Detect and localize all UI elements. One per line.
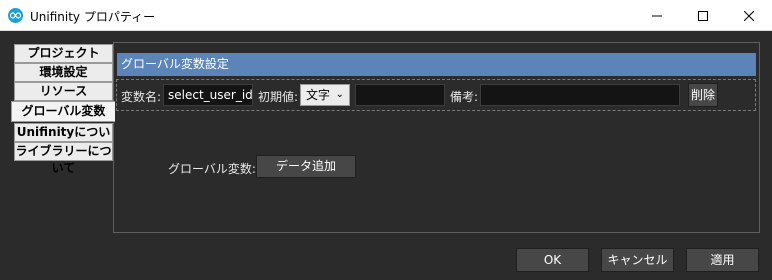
variable-row: 変数名: select_user_id 初期値: 文字 ⌄ 備考: 削除 xyxy=(116,79,756,111)
tab-environment[interactable]: 環境設定 xyxy=(14,63,113,82)
type-select[interactable]: 文字 ⌄ xyxy=(300,84,350,106)
minimize-button[interactable] xyxy=(634,0,680,31)
tab-about-libraries[interactable]: ライブラリーについて xyxy=(14,142,113,175)
minimize-icon xyxy=(652,15,662,16)
tab-about-unifinity[interactable]: Unifinityについて xyxy=(14,123,113,156)
window-body: プロジェクト 環境設定 リソース グローバル変数 Unifinityについて ラ… xyxy=(0,31,772,280)
close-button[interactable] xyxy=(726,0,772,31)
note-input[interactable] xyxy=(480,84,680,106)
delete-button[interactable]: 削除 xyxy=(688,83,718,107)
tab-resources[interactable]: リソース xyxy=(14,82,113,101)
type-select-value: 文字 xyxy=(306,88,331,102)
chevron-down-icon: ⌄ xyxy=(335,89,344,100)
unifinity-logo-icon xyxy=(8,8,23,23)
variable-name-label: 変数名: xyxy=(121,90,162,104)
tab-global-variables[interactable]: グローバル変数 xyxy=(11,101,115,122)
maximize-icon xyxy=(698,10,708,21)
initial-value-label: 初期値: xyxy=(258,90,299,104)
apply-button[interactable]: 適用 xyxy=(686,248,759,272)
global-variable-label: グローバル変数: xyxy=(168,162,256,176)
ok-button[interactable]: OK xyxy=(516,248,589,272)
cancel-button[interactable]: キャンセル xyxy=(601,248,674,272)
title-bar: Unifinity プロパティー xyxy=(0,0,772,31)
add-data-button[interactable]: データ追加 xyxy=(256,155,356,178)
note-label: 備考: xyxy=(450,90,479,104)
window-title: Unifinity プロパティー xyxy=(30,10,156,24)
maximize-button[interactable] xyxy=(680,0,726,31)
initial-value-input[interactable] xyxy=(355,84,445,106)
section-header: グローバル変数設定 xyxy=(117,53,756,76)
close-icon xyxy=(744,10,754,21)
variable-name-input[interactable]: select_user_id xyxy=(163,84,253,106)
global-variables-panel: グローバル変数設定 変数名: select_user_id 初期値: 文字 ⌄ … xyxy=(113,42,760,233)
tab-project[interactable]: プロジェクト xyxy=(14,44,113,63)
